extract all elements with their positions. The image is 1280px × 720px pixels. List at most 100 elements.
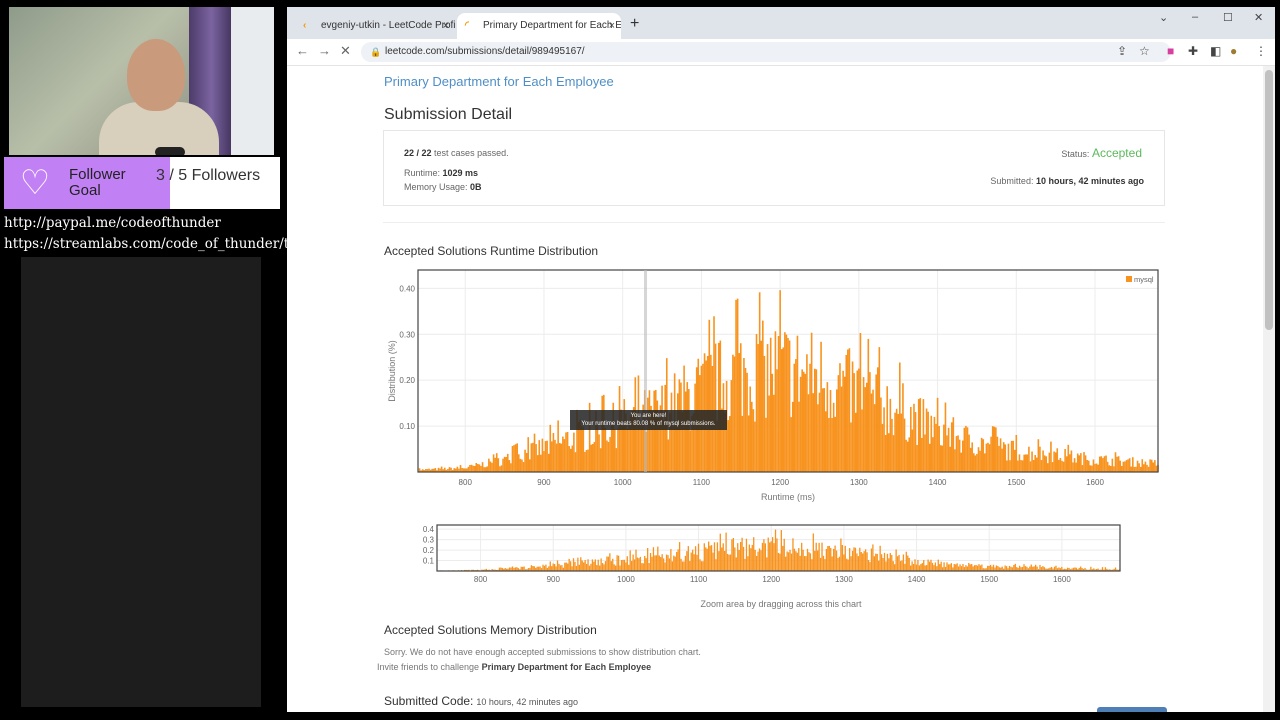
runtime-bar [548, 566, 550, 571]
extension-icon[interactable]: ■ [1167, 44, 1174, 58]
runtime-bar [530, 443, 533, 472]
tab-leetcode-profile[interactable]: ‹ evgeniy-utkin - LeetCode Profile × [295, 13, 455, 39]
close-tab-icon[interactable]: × [609, 13, 615, 39]
runtime-bar [437, 467, 440, 472]
runtime-bar [754, 549, 756, 571]
page-scrollbar[interactable] [1263, 66, 1275, 712]
scrollbar-thumb[interactable] [1265, 70, 1273, 330]
runtime-bar [811, 559, 813, 571]
runtime-bar [905, 439, 907, 472]
runtime-bar [551, 566, 553, 571]
runtime-bar [491, 462, 493, 472]
runtime-bar [1010, 440, 1013, 472]
runtime-bar [842, 370, 844, 472]
address-bar[interactable]: 🔒 leetcode.com/submissions/detail/989495… [361, 42, 1171, 62]
runtime-bar [773, 543, 775, 571]
share-icon[interactable]: ⇪ [1117, 44, 1127, 58]
invite-problem-link[interactable]: Primary Department for Each Employee [482, 662, 652, 672]
profile-avatar-icon[interactable]: ● [1230, 44, 1237, 58]
runtime-bar [1121, 465, 1123, 472]
runtime-bar [947, 564, 950, 571]
runtime-bar [607, 556, 610, 571]
forward-icon[interactable]: → [318, 43, 331, 58]
runtime-bar [777, 552, 780, 571]
menu-kebab-icon[interactable]: ⋮ [1255, 44, 1267, 58]
runtime-bar [1035, 457, 1038, 472]
runtime-bar [591, 443, 594, 472]
runtime-bar [529, 459, 531, 472]
y-tick-label: 0.1 [423, 557, 435, 566]
runtime-bar [585, 449, 588, 472]
runtime-distribution-chart[interactable]: 800 900 1000 1100 1200 1300 1400 1500 1600 0.10 0.… [383, 264, 1173, 512]
runtime-bar [580, 557, 582, 571]
close-tab-icon[interactable]: × [443, 13, 449, 39]
runtime-bar [857, 556, 859, 571]
maximize-button[interactable]: ☐ [1223, 11, 1233, 24]
runtime-bar [1070, 450, 1073, 472]
runtime-bar [642, 563, 644, 571]
runtime-bar [1017, 460, 1019, 472]
runtime-bar [1023, 454, 1025, 472]
runtime-bar [888, 558, 890, 571]
runtime-bar [850, 422, 852, 472]
tab-primary-department[interactable]: ◜ Primary Department for Each Em × [457, 13, 621, 39]
runtime-bar [885, 561, 887, 571]
tab-search-icon[interactable]: ⌄ [1159, 11, 1168, 24]
runtime-bar [664, 562, 666, 571]
runtime-bar [553, 564, 556, 571]
runtime-bar [790, 553, 793, 571]
runtime-bar [537, 566, 540, 571]
runtime-bar [593, 561, 595, 571]
memory-label: Memory Usage: [404, 182, 468, 192]
runtime-bar [638, 558, 640, 571]
extensions-puzzle-icon[interactable]: ✚ [1188, 44, 1198, 58]
action-button[interactable] [1097, 707, 1167, 712]
runtime-bar [1147, 466, 1150, 472]
bookmark-star-icon[interactable]: ☆ [1139, 44, 1150, 58]
runtime-bar [982, 439, 985, 472]
runtime-bar [991, 426, 994, 472]
problem-title-link[interactable]: Primary Department for Each Employee [384, 74, 614, 89]
runtime-bar [864, 387, 866, 472]
runtime-bar [603, 394, 605, 472]
runtime-bar [972, 566, 974, 571]
runtime-bar [677, 393, 679, 472]
runtime-bar [899, 362, 901, 472]
runtime-bar [724, 550, 726, 571]
runtime-bar [864, 549, 867, 571]
runtime-bar [448, 467, 451, 472]
x-tick-label: 1100 [690, 575, 708, 584]
stop-loading-icon[interactable]: ✕ [340, 43, 351, 59]
runtime-bar [653, 390, 655, 472]
runtime-bar [511, 566, 514, 571]
runtime-bar [789, 549, 791, 571]
runtime-bar [768, 395, 770, 472]
runtime-bar [541, 438, 544, 472]
runtime-bar [1132, 457, 1134, 472]
runtime-bar [870, 548, 873, 571]
runtime-bar [583, 562, 585, 571]
close-window-button[interactable]: ✕ [1254, 11, 1263, 24]
runtime-bar [896, 556, 899, 571]
runtime-bar [847, 559, 849, 571]
runtime-zoom-chart[interactable]: 800 900 1000 1100 1200 1300 1400 1500 1600 0.1 0.2… [417, 524, 1127, 604]
runtime-bar [886, 553, 889, 571]
runtime-bar [902, 554, 905, 571]
runtime-bar [793, 363, 796, 472]
runtime-bar [645, 558, 647, 571]
runtime-value: 1029 ms [442, 168, 479, 178]
status-text: Status: Accepted [1061, 146, 1142, 160]
runtime-bar [1023, 564, 1025, 571]
runtime-bar [510, 463, 512, 472]
sidebar-icon[interactable]: ◧ [1210, 44, 1221, 58]
runtime-bar [596, 423, 599, 472]
status-badge: Accepted [1091, 146, 1142, 160]
runtime-bar [1075, 462, 1077, 472]
runtime-bar [459, 465, 462, 472]
runtime-bar [732, 354, 734, 472]
minimize-button[interactable]: – [1192, 11, 1198, 23]
runtime-bar [837, 557, 839, 571]
new-tab-button[interactable]: + [630, 13, 639, 35]
back-icon[interactable]: ← [296, 43, 309, 58]
runtime-bar [837, 375, 840, 472]
